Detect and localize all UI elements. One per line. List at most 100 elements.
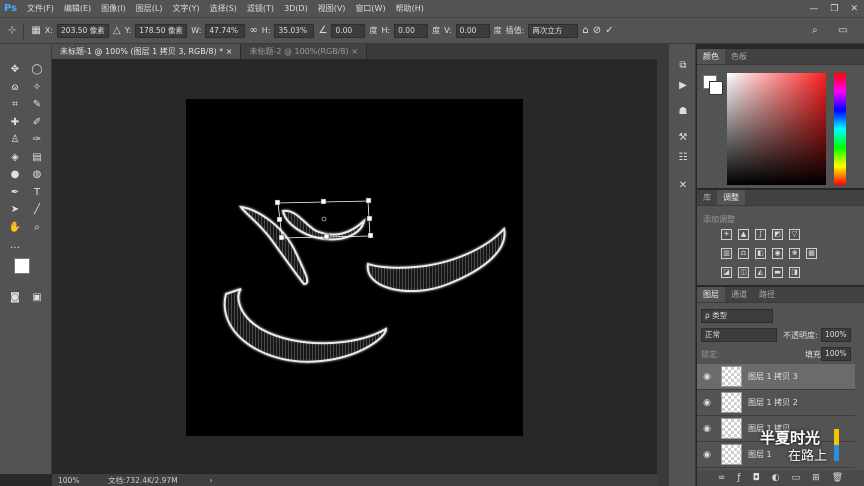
link-layers-icon[interactable]: ∞ (718, 473, 726, 483)
curves-icon[interactable]: ∫ (755, 229, 766, 240)
link-icon[interactable]: ∞ (249, 24, 257, 38)
transform-handle[interactable] (366, 215, 373, 222)
hskew-input[interactable]: 0.00 (394, 23, 429, 38)
height-input[interactable]: 35.03% (274, 23, 315, 38)
crop-tool-icon[interactable]: ⌗ (6, 97, 24, 113)
visibility-eye-icon[interactable]: ◉ (697, 372, 717, 382)
delta-icon[interactable]: △ (113, 24, 121, 38)
type-tool-icon[interactable]: T (28, 185, 46, 201)
bg-color-chip[interactable] (709, 81, 723, 95)
transform-center-point[interactable] (321, 216, 327, 222)
eyedropper-icon[interactable]: ✎ (28, 97, 46, 113)
menu-window[interactable]: 窗口(W) (350, 3, 390, 14)
tab-adjustments[interactable]: 调整 (717, 190, 745, 205)
restore-button[interactable]: ❐ (830, 4, 838, 14)
hue-slider[interactable] (834, 73, 846, 185)
move-tool-icon[interactable]: ✥ (6, 62, 24, 78)
gradient-tool-icon[interactable]: ▤ (28, 150, 46, 166)
transform-handle[interactable] (320, 198, 327, 205)
zoom-level[interactable]: 100% (52, 476, 92, 485)
color-lookup-icon[interactable]: ▦ (806, 248, 817, 259)
transform-handle[interactable] (365, 197, 372, 204)
history-icon[interactable]: ⧉ (674, 58, 692, 74)
fx-icon[interactable]: ƒ (737, 473, 740, 483)
document-canvas[interactable] (186, 99, 523, 436)
posterize-icon[interactable]: ◫ (738, 267, 749, 278)
menu-view[interactable]: 视图(V) (313, 3, 351, 14)
blur-tool-icon[interactable]: ● (6, 167, 24, 183)
foreground-color-swatch[interactable] (14, 258, 30, 274)
visibility-eye-icon[interactable]: ◉ (697, 424, 717, 434)
tool-preset-icon[interactable]: ⚒ (674, 130, 692, 146)
transform-handle[interactable] (276, 216, 283, 223)
brightness-icon[interactable]: ☀ (721, 229, 732, 240)
exposure-icon[interactable]: ◩ (772, 229, 783, 240)
opacity-input[interactable]: 100% (821, 328, 851, 342)
tab-document-1[interactable]: 未标题-1 @ 100% (图层 1 拷贝 3, RGB/8) * × (52, 44, 242, 59)
minimize-button[interactable]: — (809, 4, 818, 14)
channel-mixer-icon[interactable]: ❀ (789, 248, 800, 259)
menu-help[interactable]: 帮助(H) (391, 3, 429, 14)
transform-tool-icon[interactable]: ⊹ (8, 24, 16, 38)
screen-mode-icon[interactable]: ▣ (28, 290, 46, 306)
menu-image[interactable]: 图像(I) (96, 3, 131, 14)
tools-cross-icon[interactable]: ✕ (674, 178, 692, 194)
layer-kind-filter[interactable]: ρ 类型 (701, 309, 773, 323)
layer-row[interactable]: ◉ 图层 1 拷贝 3 (697, 364, 855, 390)
levels-icon[interactable]: ▲ (738, 229, 749, 240)
brush-preset-icon[interactable]: ☗ (674, 104, 692, 120)
threshold-icon[interactable]: ◭ (755, 267, 766, 278)
hue-saturation-icon[interactable]: ▥ (721, 248, 732, 259)
status-menu-arrow-icon[interactable]: › (210, 476, 213, 485)
tab-close-icon[interactable]: × (351, 47, 358, 56)
angle-input[interactable]: 0.00 (331, 23, 366, 38)
tab-layers[interactable]: 图层 (697, 287, 725, 302)
photo-filter-icon[interactable]: ◉ (772, 248, 783, 259)
blend-mode-select[interactable]: 正常 (701, 328, 777, 342)
invert-icon[interactable]: ◪ (721, 267, 732, 278)
dodge-tool-icon[interactable]: ◍ (28, 167, 46, 183)
search-icon[interactable]: ⌕ (812, 24, 818, 38)
transform-handle[interactable] (367, 232, 374, 239)
path-select-icon[interactable]: ➤ (6, 202, 24, 218)
y-input[interactable]: 178.50 像素 (135, 23, 188, 38)
add-mask-icon[interactable]: ◘ (753, 473, 760, 483)
menu-layer[interactable]: 图层(L) (131, 3, 168, 14)
tab-library[interactable]: 库 (697, 190, 717, 205)
line-tool-icon[interactable]: ╱ (28, 202, 46, 218)
visibility-eye-icon[interactable]: ◉ (697, 450, 717, 460)
warp-icon[interactable]: ⌂ (582, 24, 588, 38)
properties-icon[interactable]: ☷ (674, 150, 692, 166)
menu-filter[interactable]: 滤镜(T) (242, 3, 279, 14)
menu-type[interactable]: 文字(Y) (167, 3, 204, 14)
tab-swatches[interactable]: 色板 (725, 49, 753, 64)
visibility-eye-icon[interactable]: ◉ (697, 398, 717, 408)
more-tools-icon[interactable]: … (6, 238, 24, 254)
vskew-input[interactable]: 0.00 (455, 23, 490, 38)
actions-play-icon[interactable]: ▶ (674, 78, 692, 94)
lasso-tool-icon[interactable]: ɷ (6, 80, 24, 96)
healing-brush-icon[interactable]: ✚ (6, 115, 24, 131)
interpolation-select[interactable]: 两次立方 (528, 23, 579, 38)
zoom-tool-icon[interactable]: ⌕ (28, 220, 46, 236)
history-brush-icon[interactable]: ✑ (28, 132, 46, 148)
transform-handle[interactable] (278, 234, 285, 241)
gradient-map-icon[interactable]: ▬ (772, 267, 783, 278)
width-input[interactable]: 47.74% (205, 23, 246, 38)
reference-point-icon[interactable]: ▦ (31, 24, 40, 38)
tab-paths[interactable]: 路径 (753, 287, 781, 302)
delete-layer-icon[interactable]: 🗑 (832, 473, 843, 483)
menu-3d[interactable]: 3D(D) (279, 4, 313, 13)
selective-color-icon[interactable]: ◨ (789, 267, 800, 278)
new-layer-icon[interactable]: ⊞ (812, 473, 820, 483)
commit-transform-icon[interactable]: ✓ (605, 24, 613, 38)
workspace-icon[interactable]: ▭ (838, 24, 847, 38)
menu-file[interactable]: 文件(F) (22, 3, 59, 14)
transform-handle[interactable] (323, 233, 330, 240)
clone-stamp-icon[interactable]: ♙ (6, 132, 24, 148)
fill-input[interactable]: 100% (821, 347, 851, 361)
tab-channels[interactable]: 通道 (725, 287, 753, 302)
brush-tool-icon[interactable]: ✐ (28, 115, 46, 131)
magic-wand-icon[interactable]: ✧ (28, 80, 46, 96)
tab-color[interactable]: 颜色 (697, 49, 725, 64)
